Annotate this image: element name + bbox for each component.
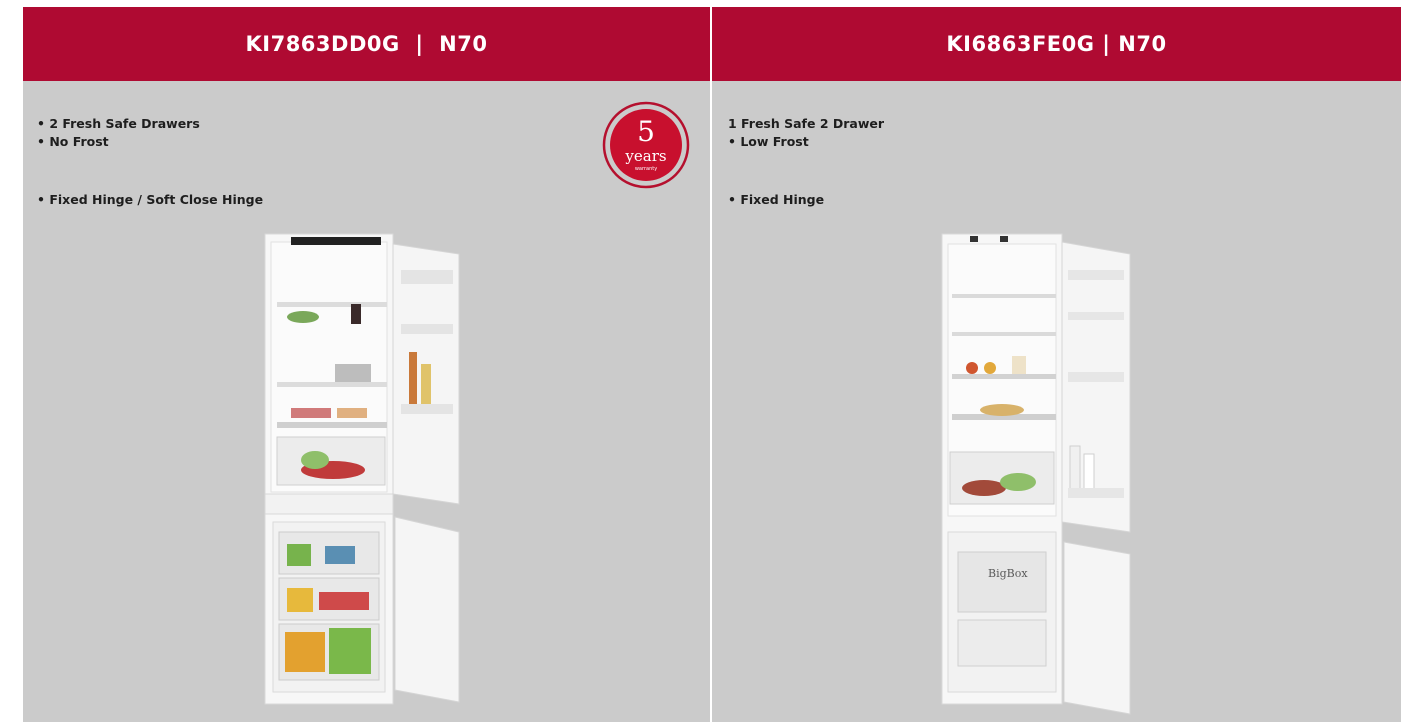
feature-list-top: • 2 Fresh Safe Drawers • No Frost <box>37 115 200 151</box>
warranty-unit: years <box>624 147 666 165</box>
feature-item: • Fixed Hinge / Soft Close Hinge <box>37 192 264 207</box>
feature-item: • 2 Fresh Safe Drawers <box>37 116 200 131</box>
feature-item: • No Frost <box>37 134 109 149</box>
feature-list-bottom: • Fixed Hinge / Soft Close Hinge <box>37 191 263 209</box>
warranty-badge: 5 years warranty <box>602 101 690 189</box>
title-separator: | <box>415 32 424 56</box>
fridge-image-ki7863dd0g <box>264 233 460 705</box>
comparison-sheet: KI7863DD0G | N70 • 2 Fresh Safe Drawers … <box>23 7 1401 722</box>
warranty-number: 5 <box>637 115 655 148</box>
model-number: KI7863DD0G <box>245 32 400 56</box>
product-column-ki6863fe0g: KI6863FE0G | N70 1 Fresh Safe 2 Drawer •… <box>712 7 1401 722</box>
feature-item: • Fixed Hinge <box>728 192 825 207</box>
fridge-image-ki6863fe0g: BigBox <box>941 233 1131 715</box>
series-name: N70 <box>1118 32 1167 56</box>
series-name: N70 <box>439 32 488 56</box>
feature-list-bottom: • Fixed Hinge <box>728 191 824 209</box>
feature-list-top: 1 Fresh Safe 2 Drawer • Low Frost <box>728 115 884 151</box>
product-column-ki7863dd0g: KI7863DD0G | N70 • 2 Fresh Safe Drawers … <box>23 7 710 722</box>
feature-item: • Low Frost <box>728 134 809 149</box>
model-number: KI6863FE0G <box>946 32 1095 56</box>
product-header: KI6863FE0G | N70 <box>712 7 1401 81</box>
warranty-caption: warranty <box>635 166 657 172</box>
feature-item: 1 Fresh Safe 2 Drawer <box>728 116 885 131</box>
product-header: KI7863DD0G | N70 <box>23 7 710 81</box>
title-separator: | <box>1102 32 1111 56</box>
bigbox-label: BigBox <box>988 567 1028 580</box>
